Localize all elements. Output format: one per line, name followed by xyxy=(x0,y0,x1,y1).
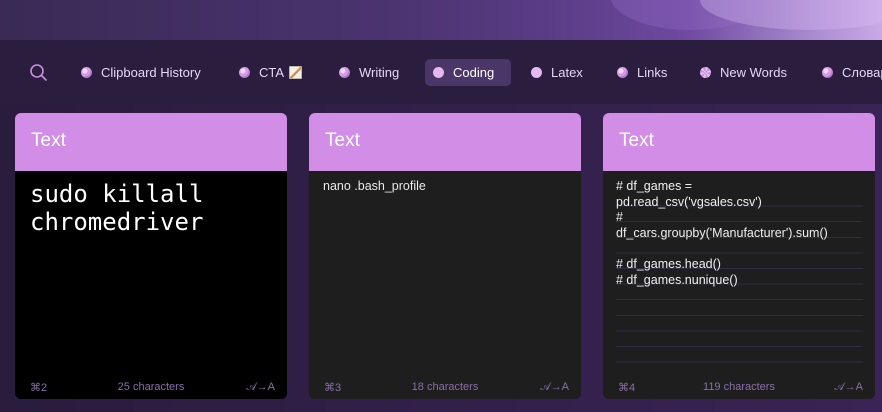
clip-card-type: Text xyxy=(603,113,875,171)
tab-coding[interactable]: Coding xyxy=(425,59,511,86)
pinboard-dot-icon xyxy=(81,67,92,78)
pinboard-dot-icon xyxy=(339,67,350,78)
pinboard-dot-icon xyxy=(822,67,833,78)
format-icon[interactable]: 𝒜→A xyxy=(540,381,569,394)
clip-card[interactable]: Text # df_games = pd.read_csv('vgsales.c… xyxy=(603,113,875,399)
pinboard-dot-icon xyxy=(433,67,444,78)
clip-card-type: Text xyxy=(15,113,287,171)
tab-label: Coding xyxy=(453,65,495,80)
format-icon[interactable]: 𝒜→A xyxy=(834,381,863,394)
tab-label: Writing xyxy=(359,65,400,80)
clip-card-content: sudo killall chromedriver xyxy=(30,180,204,236)
desktop-wallpaper xyxy=(0,0,882,40)
toolbar: Clipboard History CTA Writing Coding Lat… xyxy=(0,40,882,104)
clip-card-preview: sudo killall chromedriver xyxy=(15,171,287,399)
tab-label: Clipboard History xyxy=(101,65,201,80)
memo-icon xyxy=(289,66,303,79)
clip-card-footer: ⌘2 25 characters 𝒜→A xyxy=(15,375,287,399)
tab-new-words[interactable]: New Words xyxy=(692,59,795,86)
tab-label: Latex xyxy=(551,65,583,80)
tab-clipboard-history[interactable]: Clipboard History xyxy=(73,59,209,86)
clip-card-type: Text xyxy=(309,113,581,171)
clip-card-preview: nano .bash_profile xyxy=(309,171,581,399)
pinboard-dot-icon xyxy=(239,67,250,78)
pinboard-dot-icon xyxy=(700,67,711,78)
clip-card-content: nano .bash_profile xyxy=(323,179,426,193)
tab-label: Словар xyxy=(842,65,882,80)
tab-label: Links xyxy=(637,65,668,80)
clip-card[interactable]: Text sudo killall chromedriver ⌘2 25 cha… xyxy=(15,113,287,399)
search-icon[interactable] xyxy=(28,62,50,84)
tab-latex[interactable]: Latex xyxy=(523,59,591,86)
clip-card-preview: # df_games = pd.read_csv('vgsales.csv') … xyxy=(603,171,875,399)
clip-card[interactable]: Text nano .bash_profile ⌘3 18 characters… xyxy=(309,113,581,399)
tab-writing[interactable]: Writing xyxy=(331,59,407,86)
clip-card-footer: ⌘4 119 characters 𝒜→A xyxy=(603,375,875,399)
tab-links[interactable]: Links xyxy=(609,59,675,86)
tab-cta[interactable]: CTA xyxy=(231,59,310,86)
tab-slovar[interactable]: Словар xyxy=(814,59,882,86)
format-icon[interactable]: 𝒜→A xyxy=(246,381,275,394)
pinboard-dot-icon xyxy=(531,67,542,78)
clip-card-footer: ⌘3 18 characters 𝒜→A xyxy=(309,375,581,399)
tab-label: CTA xyxy=(259,65,285,80)
clip-card-content: # df_games = pd.read_csv('vgsales.csv') … xyxy=(616,179,828,287)
pinboard-dot-icon xyxy=(617,67,628,78)
tab-label: New Words xyxy=(720,65,787,80)
